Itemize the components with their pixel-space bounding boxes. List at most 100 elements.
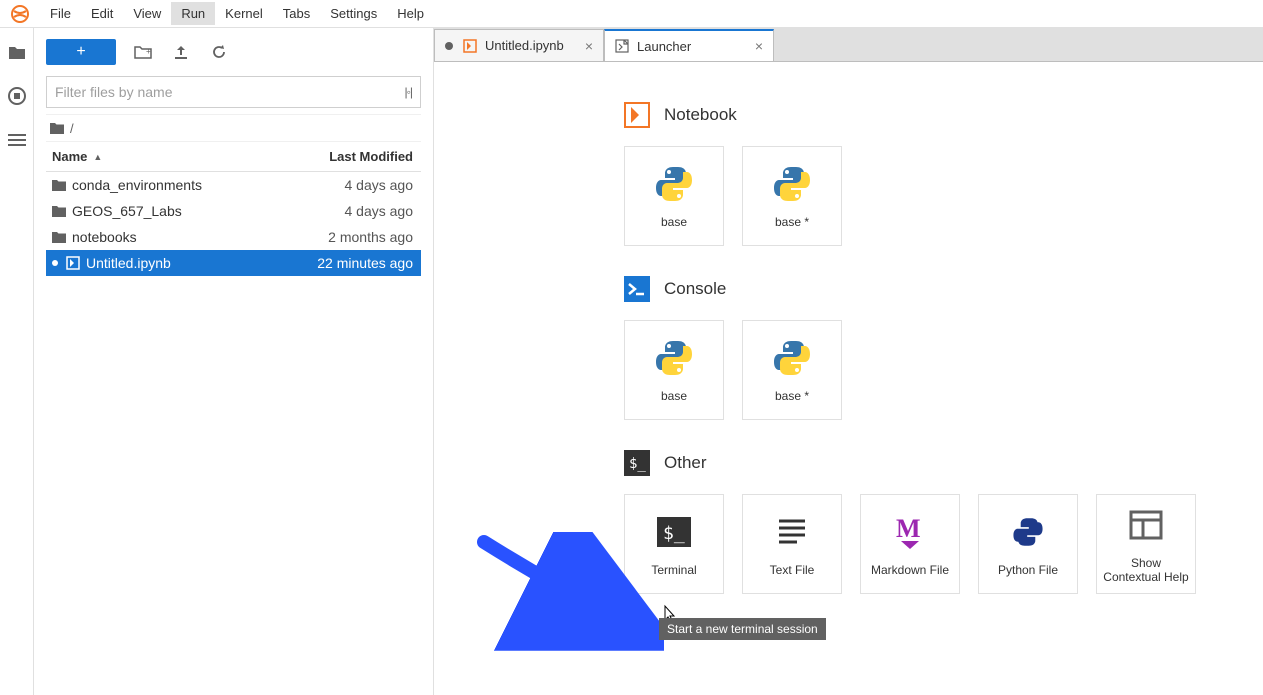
refresh-icon[interactable] — [208, 41, 230, 63]
section-title: Console — [664, 279, 726, 299]
section-title: Other — [664, 453, 707, 473]
file-icon — [66, 256, 80, 270]
col-modified-header[interactable]: Last Modified — [291, 149, 421, 164]
file-browser: + + |◦| / Name ▲ Last Modified — [34, 28, 434, 695]
help-icon — [1125, 504, 1167, 546]
card-label: Text File — [770, 563, 815, 577]
terminal-tooltip: Start a new terminal session — [659, 618, 826, 640]
file-table-head: Name ▲ Last Modified — [46, 142, 421, 172]
other-section: $_ — [624, 450, 650, 476]
section-head-other: $_ Other — [624, 450, 1263, 476]
file-icon — [52, 179, 66, 191]
file-modified: 4 days ago — [285, 177, 415, 193]
file-modified: 22 minutes ago — [285, 255, 415, 271]
pyfile-icon — [1007, 511, 1049, 553]
file-modified: 4 days ago — [285, 203, 415, 219]
toc-icon[interactable] — [7, 130, 27, 150]
launcher-card-python-file[interactable]: Python File — [978, 494, 1078, 594]
section-head-console: Console — [624, 276, 1263, 302]
python-icon — [653, 337, 695, 379]
file-icon — [52, 231, 66, 243]
python-icon — [771, 337, 813, 379]
file-name: Untitled.ipynb — [86, 255, 171, 271]
filter-box: |◦| — [46, 76, 421, 108]
svg-text:M: M — [896, 514, 921, 543]
filter-toggle-icon[interactable]: |◦| — [405, 85, 413, 99]
menu-settings[interactable]: Settings — [320, 2, 387, 25]
tab-icon — [615, 39, 629, 53]
tab-label: Launcher — [637, 39, 691, 54]
dirty-indicator — [445, 42, 453, 50]
launcher-panel: Start a new terminal session Notebook bas… — [434, 62, 1263, 695]
section-title: Notebook — [664, 105, 737, 125]
activity-bar — [0, 28, 34, 695]
file-row[interactable]: Untitled.ipynb 22 minutes ago — [46, 250, 421, 276]
menu-file[interactable]: File — [40, 2, 81, 25]
card-label: Python File — [998, 563, 1058, 577]
notebook-section — [624, 102, 650, 128]
file-row[interactable]: GEOS_657_Labs 4 days ago — [46, 198, 421, 224]
content-area: Untitled.ipynb × Launcher × Start a new ter… — [434, 28, 1263, 695]
console-section — [624, 276, 650, 302]
cards-row: base base * — [624, 320, 1263, 420]
tab-label: Untitled.ipynb — [485, 38, 564, 53]
text-icon — [771, 511, 813, 553]
menu-run[interactable]: Run — [171, 2, 215, 25]
annotation-arrow — [474, 532, 664, 652]
running-icon[interactable] — [7, 86, 27, 106]
card-label: base * — [775, 215, 809, 229]
file-row[interactable]: conda_environments 4 days ago — [46, 172, 421, 198]
upload-icon[interactable] — [170, 41, 192, 63]
menubar: File Edit View Run Kernel Tabs Settings … — [0, 0, 1263, 28]
file-list: conda_environments4 days agoGEOS_657_Lab… — [46, 172, 421, 276]
jupyter-logo — [10, 4, 30, 24]
launcher-card-base-[interactable]: base * — [742, 146, 842, 246]
card-label: Show Contextual Help — [1101, 556, 1191, 584]
close-icon[interactable]: × — [585, 38, 593, 54]
main-area: + + |◦| / Name ▲ Last Modified — [0, 28, 1263, 695]
breadcrumb-root: / — [70, 121, 74, 136]
close-icon[interactable]: × — [755, 38, 763, 54]
launcher-card-base[interactable]: base — [624, 146, 724, 246]
menu-kernel[interactable]: Kernel — [215, 2, 273, 25]
tab-icon — [463, 39, 477, 53]
file-name: GEOS_657_Labs — [72, 203, 182, 219]
new-launcher-button[interactable]: + — [46, 39, 116, 65]
dirty-indicator — [52, 260, 58, 266]
tab-untitled-ipynb[interactable]: Untitled.ipynb × — [434, 29, 604, 61]
filter-input[interactable] — [55, 84, 405, 100]
breadcrumb[interactable]: / — [46, 114, 421, 142]
svg-text:+: + — [146, 47, 151, 56]
card-label: Markdown File — [871, 563, 949, 577]
menu-help[interactable]: Help — [387, 2, 434, 25]
card-label: base — [661, 215, 687, 229]
tab-bar: Untitled.ipynb × Launcher × — [434, 28, 1263, 62]
file-name: conda_environments — [72, 177, 202, 193]
tab-launcher[interactable]: Launcher × — [604, 29, 774, 61]
col-name-header[interactable]: Name ▲ — [46, 149, 291, 164]
menu-view[interactable]: View — [123, 2, 171, 25]
sort-asc-icon: ▲ — [93, 152, 102, 162]
launcher-card-text-file[interactable]: Text File — [742, 494, 842, 594]
card-label: base * — [775, 389, 809, 403]
new-folder-icon[interactable]: + — [132, 41, 154, 63]
svg-text:$_: $_ — [629, 456, 646, 472]
cards-row: $_TerminalText FileMMarkdown FilePython … — [624, 494, 1263, 594]
python-icon — [653, 163, 695, 205]
cards-row: base base * — [624, 146, 1263, 246]
file-toolbar: + + — [46, 36, 421, 68]
launcher-card-show-contextual-help[interactable]: Show Contextual Help — [1096, 494, 1196, 594]
card-label: base — [661, 389, 687, 403]
files-icon[interactable] — [7, 42, 27, 62]
file-row[interactable]: notebooks2 months ago — [46, 224, 421, 250]
svg-text:$_: $_ — [663, 523, 685, 544]
menu-edit[interactable]: Edit — [81, 2, 123, 25]
file-icon — [52, 205, 66, 217]
python-icon — [771, 163, 813, 205]
section-head-notebook: Notebook — [624, 102, 1263, 128]
launcher-card-markdown-file[interactable]: M Markdown File — [860, 494, 960, 594]
menu-tabs[interactable]: Tabs — [273, 2, 320, 25]
launcher-card-base[interactable]: base — [624, 320, 724, 420]
markdown-icon: M — [889, 511, 931, 553]
launcher-card-base-[interactable]: base * — [742, 320, 842, 420]
